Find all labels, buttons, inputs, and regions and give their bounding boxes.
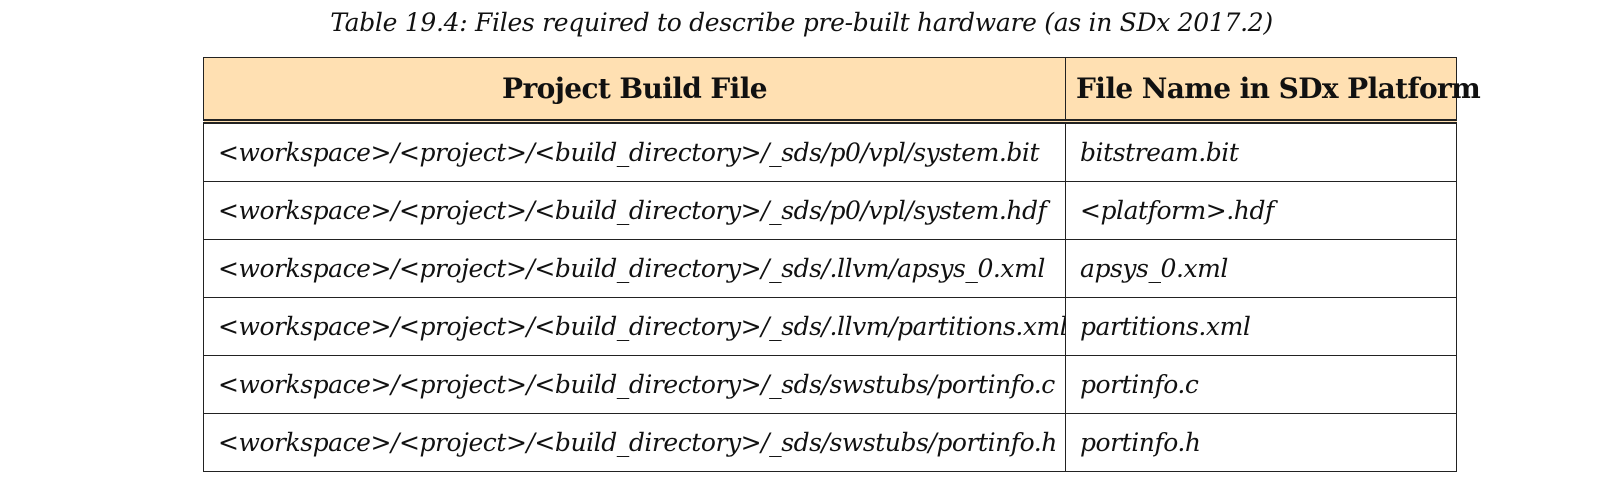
- cell-platform-file-name: partitions.xml: [1065, 297, 1457, 356]
- table-row: <workspace>/<project>/<build_directory>/…: [203, 413, 1457, 472]
- cell-project-build-file: <workspace>/<project>/<build_directory>/…: [203, 121, 1066, 182]
- cell-project-build-file: <workspace>/<project>/<build_directory>/…: [203, 239, 1066, 298]
- table-header-row: Project Build File File Name in SDx Plat…: [203, 57, 1481, 124]
- cell-platform-file-name: portinfo.c: [1065, 355, 1457, 414]
- table-row: <workspace>/<project>/<build_directory>/…: [203, 297, 1457, 356]
- table-row: <workspace>/<project>/<build_directory>/…: [203, 181, 1457, 240]
- cell-platform-file-name: <platform>.hdf: [1065, 181, 1457, 240]
- cell-project-build-file: <workspace>/<project>/<build_directory>/…: [203, 413, 1066, 472]
- cell-platform-file-name: bitstream.bit: [1065, 121, 1457, 182]
- column-header-file-name: File Name in SDx Platform: [1065, 57, 1481, 124]
- cell-project-build-file: <workspace>/<project>/<build_directory>/…: [203, 297, 1066, 356]
- cell-platform-file-name: portinfo.h: [1065, 413, 1457, 472]
- column-header-project-build-file: Project Build File: [203, 57, 1066, 124]
- cell-project-build-file: <workspace>/<project>/<build_directory>/…: [203, 181, 1066, 240]
- table-row: <workspace>/<project>/<build_directory>/…: [203, 121, 1457, 182]
- cell-project-build-file: <workspace>/<project>/<build_directory>/…: [203, 355, 1066, 414]
- table-caption: Table 19.4: Files required to describe p…: [330, 8, 1273, 37]
- cell-platform-file-name: apsys_0.xml: [1065, 239, 1457, 298]
- table-row: <workspace>/<project>/<build_directory>/…: [203, 355, 1457, 414]
- table-row: <workspace>/<project>/<build_directory>/…: [203, 239, 1457, 298]
- files-table: Project Build File File Name in SDx Plat…: [203, 57, 1481, 472]
